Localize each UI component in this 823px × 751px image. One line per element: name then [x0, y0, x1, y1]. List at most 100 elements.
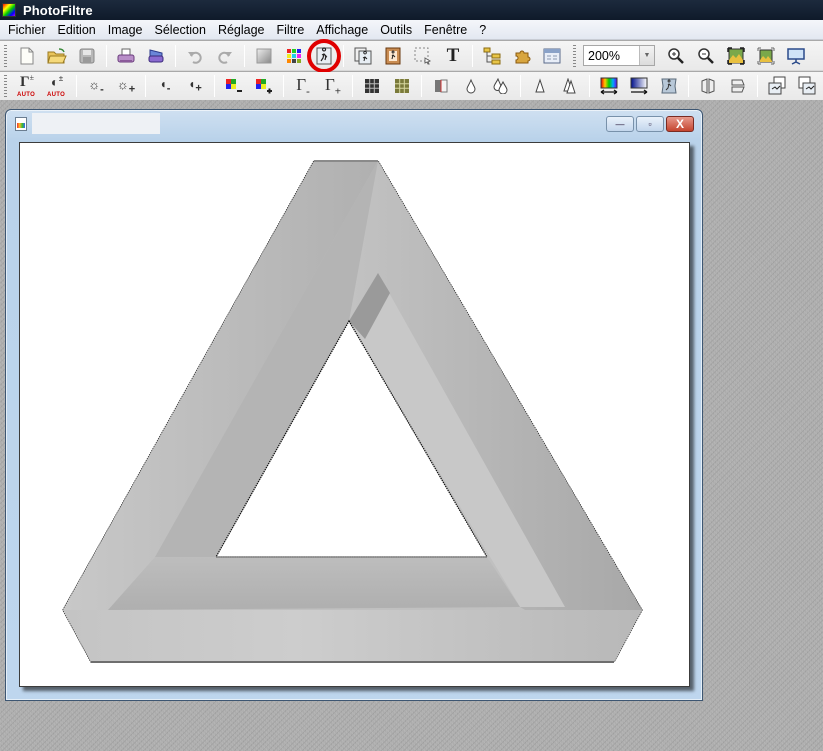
texture-button[interactable]	[657, 74, 681, 98]
texture-icon	[661, 78, 677, 94]
dashed-selection-icon	[414, 47, 432, 64]
photofiltre-logo-icon	[2, 3, 16, 17]
toolbar-separator	[343, 44, 344, 67]
canvas-size-button[interactable]	[351, 44, 375, 68]
frame-button[interactable]	[381, 44, 405, 68]
color-palette-button[interactable]	[282, 44, 306, 68]
brightness-plus-button[interactable]: ☼+	[114, 74, 138, 98]
flip-horizontal-button[interactable]	[696, 74, 720, 98]
redo-icon	[218, 51, 232, 64]
fit-window-button[interactable]	[754, 44, 778, 68]
toolbar-separator	[214, 75, 215, 97]
chevron-down-icon[interactable]: ▼	[639, 46, 654, 65]
zoom-in-icon	[668, 47, 684, 64]
rotate-left-button[interactable]	[765, 74, 789, 98]
auto-contrast-button[interactable]: ◐± AUTO	[45, 74, 69, 98]
new-file-icon	[20, 47, 34, 64]
saturation-plus-button[interactable]	[252, 74, 276, 98]
actual-size-button[interactable]	[724, 44, 748, 68]
canvas-size-icon	[354, 47, 372, 64]
brightness-minus-button[interactable]: ☼-	[84, 74, 108, 98]
menu-edition[interactable]: Edition	[52, 21, 102, 39]
gradient-fill-button[interactable]	[252, 44, 276, 68]
soften-button[interactable]	[429, 74, 453, 98]
main-toolbar: T 200% ▼	[0, 38, 823, 73]
toolbar-grip[interactable]	[4, 75, 7, 97]
contrast-plus-button[interactable]: ◖+	[183, 74, 207, 98]
document-title	[32, 113, 160, 134]
rainbow-gradient-button[interactable]	[597, 74, 621, 98]
new-file-button[interactable]	[15, 44, 39, 68]
fullscreen-button[interactable]	[784, 44, 808, 68]
menu-selection[interactable]: Sélection	[149, 21, 212, 39]
toolbar-grip[interactable]	[573, 44, 576, 67]
toolbar-separator	[688, 75, 689, 97]
text-tool-button[interactable]: T	[441, 44, 465, 68]
app-title: PhotoFiltre	[23, 2, 93, 18]
toolbar-separator	[589, 75, 590, 97]
image-canvas[interactable]	[19, 142, 690, 687]
triangle-icon	[535, 78, 545, 93]
menu-help[interactable]: ?	[473, 21, 492, 39]
toolbar-separator	[472, 44, 473, 67]
blue-gradient-icon	[630, 77, 648, 95]
toolbar-separator	[520, 75, 521, 97]
redo-button[interactable]	[213, 44, 237, 68]
auto-levels-button[interactable]: Γ± AUTO	[15, 73, 39, 98]
scanner-icon	[148, 48, 164, 62]
toolbar-separator	[175, 44, 176, 67]
menu-affichage[interactable]: Affichage	[310, 21, 374, 39]
window-manager-button[interactable]	[540, 44, 564, 68]
zoom-out-button[interactable]	[694, 44, 718, 68]
color-gradient-button[interactable]	[627, 74, 651, 98]
gamma-minus-button[interactable]: Γ-	[291, 74, 315, 98]
print-button[interactable]	[114, 44, 138, 68]
toolbar-grip[interactable]	[4, 44, 7, 67]
minimize-button[interactable]: —	[606, 116, 634, 132]
zoom-level-select[interactable]: 200% ▼	[583, 45, 655, 66]
undo-icon	[188, 51, 202, 64]
menu-filtre[interactable]: Filtre	[271, 21, 311, 39]
sepia-button[interactable]	[390, 74, 414, 98]
adjust-toolbar: Γ± AUTO ◐± AUTO ☼- ☼+ ◖- ◖+ Γ- Γ+	[0, 72, 823, 101]
explorer-button[interactable]	[480, 44, 504, 68]
gamma-plus-icon: Γ+	[324, 74, 342, 98]
saturation-minus-button[interactable]	[222, 74, 246, 98]
penrose-triangle-image	[62, 160, 643, 663]
open-folder-icon	[47, 47, 67, 63]
close-button[interactable]: X	[666, 116, 694, 132]
save-file-button[interactable]	[75, 44, 99, 68]
scan-button[interactable]	[144, 44, 168, 68]
blur-button[interactable]	[459, 74, 483, 98]
selection-tool-button[interactable]	[411, 44, 435, 68]
image-size-button[interactable]	[307, 38, 341, 73]
menu-outils[interactable]: Outils	[374, 21, 418, 39]
maximize-button[interactable]: ▫	[636, 116, 664, 132]
gamma-plus-button[interactable]: Γ+	[321, 74, 345, 98]
open-file-button[interactable]	[45, 44, 69, 68]
sun-plus-icon: ☼+	[116, 76, 136, 96]
maximize-icon: ▫	[648, 119, 652, 129]
auto-label: AUTO	[17, 92, 36, 98]
contrast-minus-icon: ◖-	[159, 77, 171, 95]
contrast-minus-button[interactable]: ◖-	[153, 74, 177, 98]
sun-minus-icon: ☼-	[88, 76, 104, 96]
flip-vertical-button[interactable]	[726, 74, 750, 98]
blur-more-button[interactable]	[489, 74, 513, 98]
menu-reglage[interactable]: Réglage	[212, 21, 271, 39]
grayscale-button[interactable]	[360, 74, 384, 98]
menu-fichier[interactable]: Fichier	[2, 21, 52, 39]
contrast-plus-icon: ◖+	[188, 77, 202, 95]
rotate-right-button[interactable]	[795, 74, 819, 98]
undo-button[interactable]	[183, 44, 207, 68]
highlight-circle	[307, 38, 341, 73]
zoom-in-button[interactable]	[664, 44, 688, 68]
window-icon	[543, 48, 561, 63]
menu-image[interactable]: Image	[102, 21, 149, 39]
sharpen-more-button[interactable]	[558, 74, 582, 98]
plugins-button[interactable]	[510, 44, 534, 68]
menu-fenetre[interactable]: Fenêtre	[418, 21, 473, 39]
text-t-icon: T	[446, 44, 460, 66]
sharpen-button[interactable]	[528, 74, 552, 98]
app-titlebar: PhotoFiltre	[0, 0, 823, 20]
